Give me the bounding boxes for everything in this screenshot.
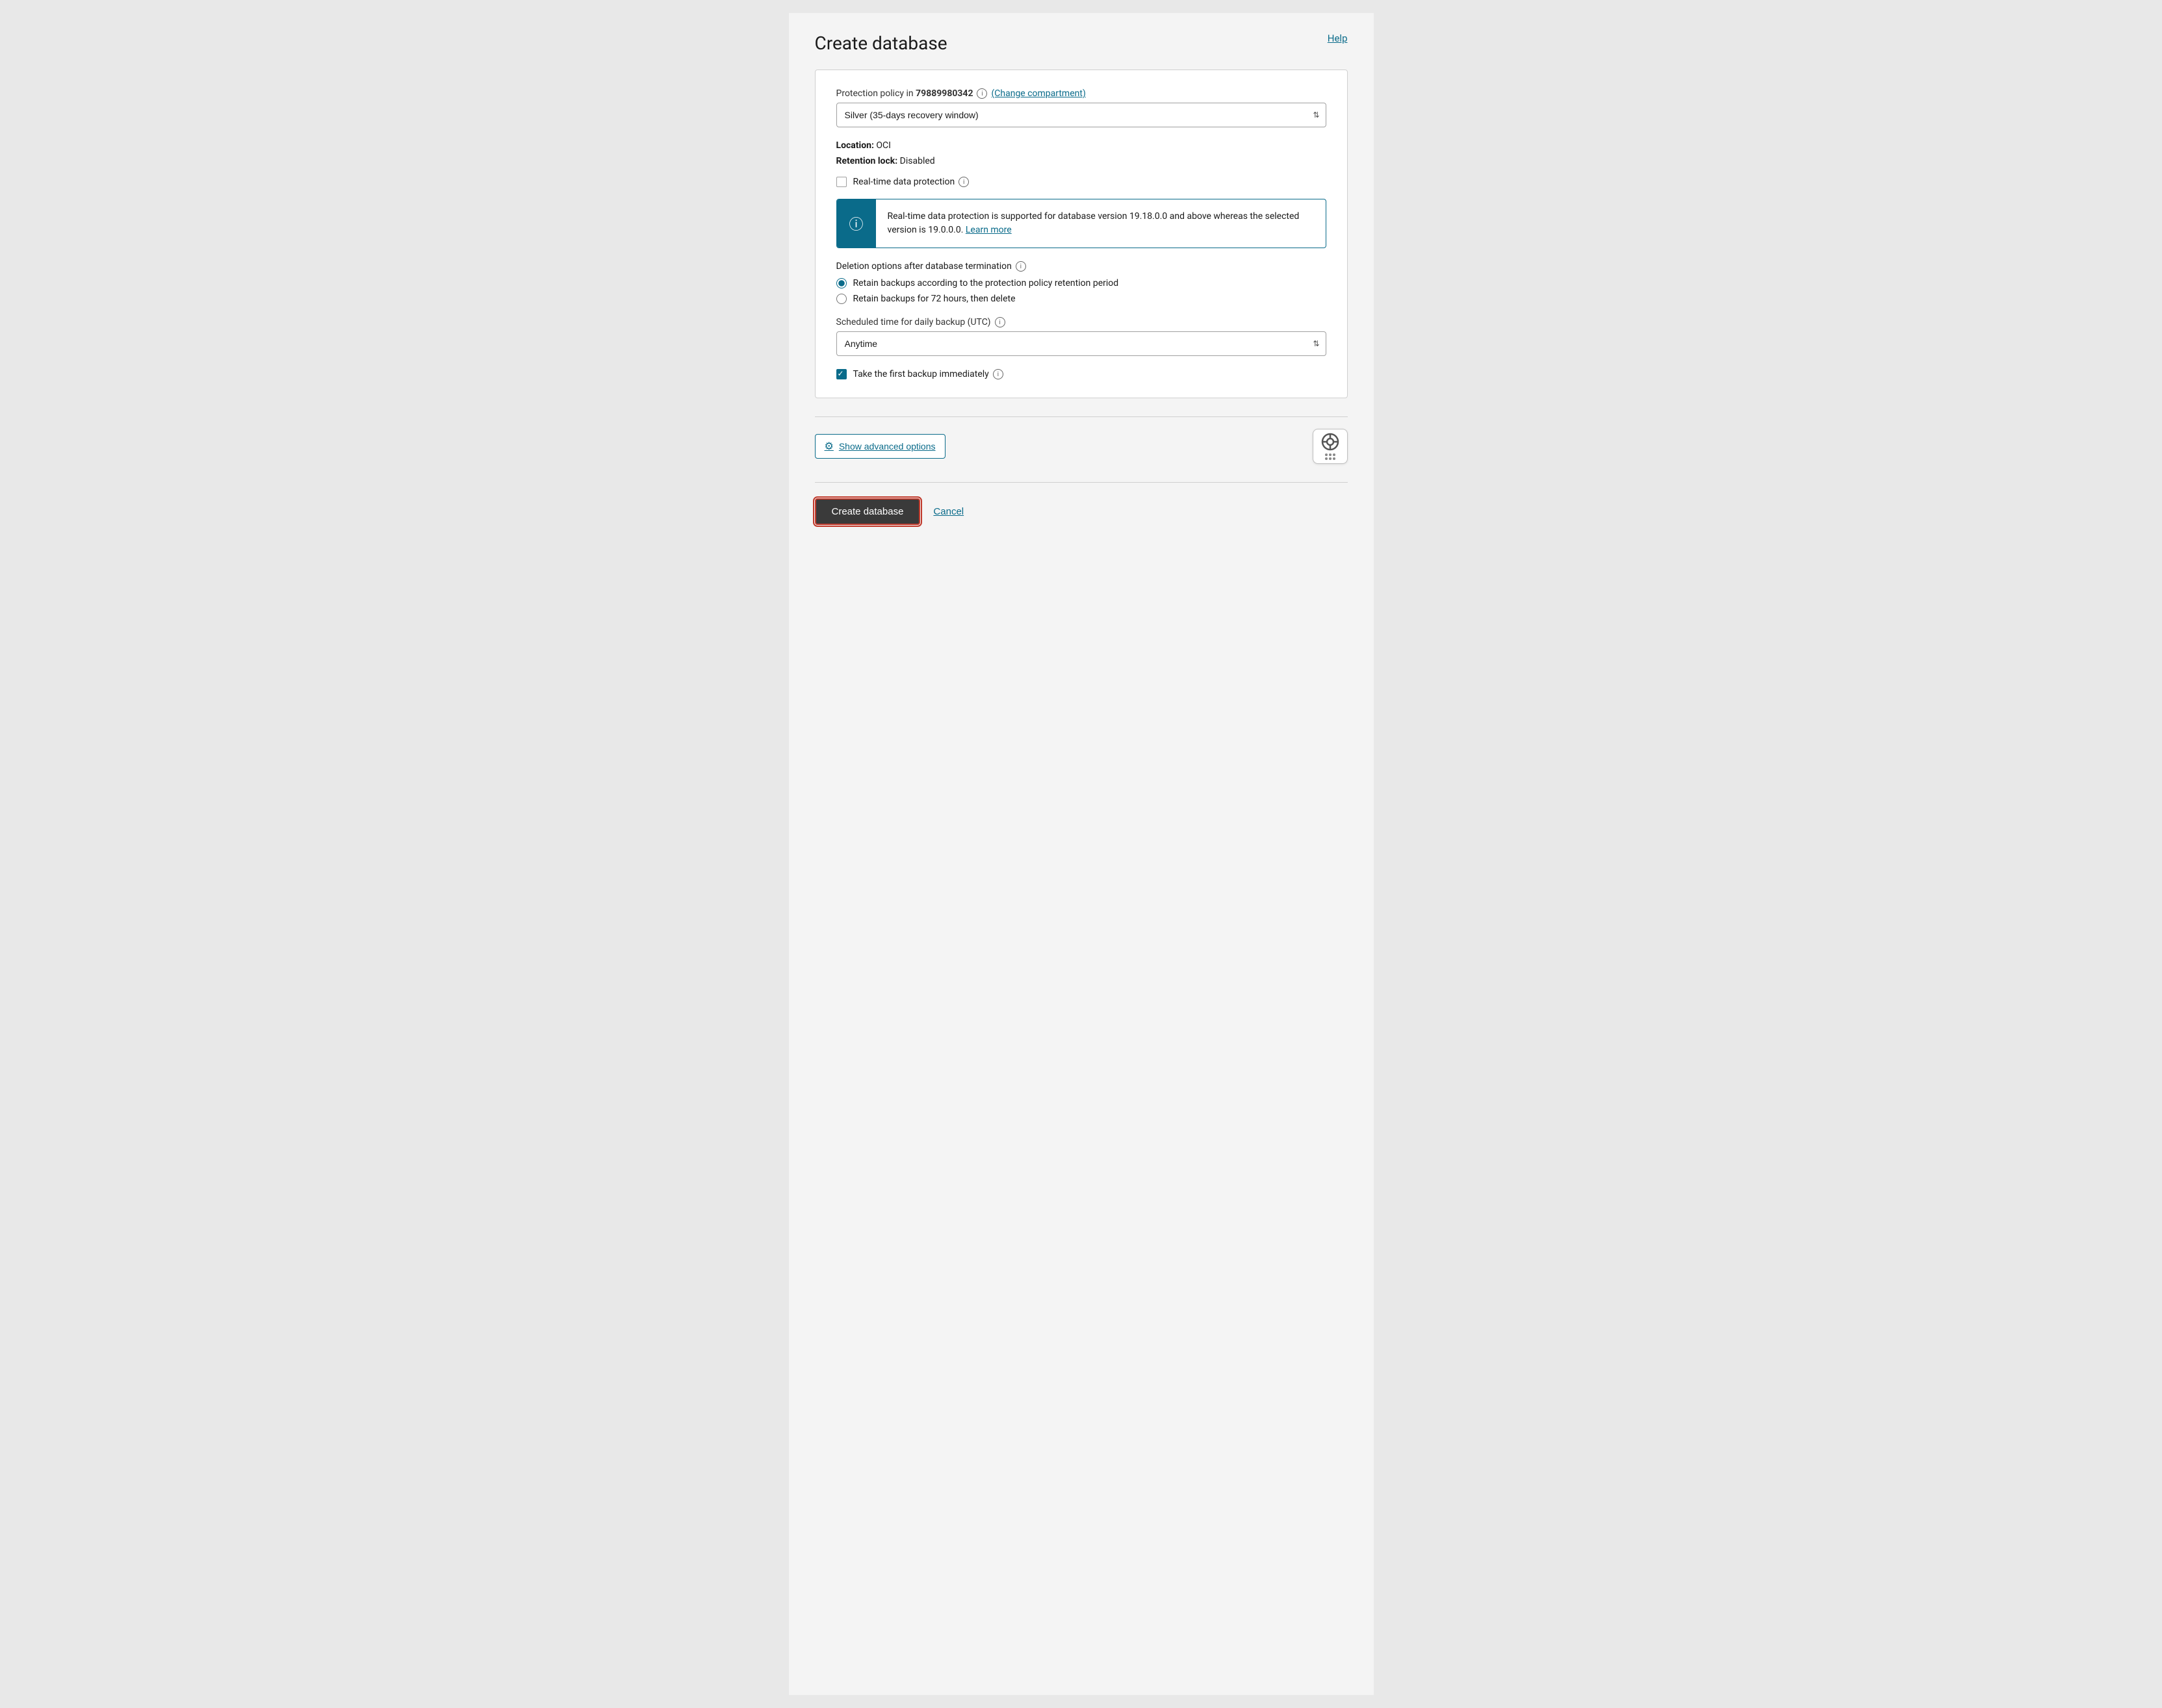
location-label: Location: xyxy=(836,140,874,151)
realtime-protection-row: Real-time data protection i xyxy=(836,177,1326,187)
deletion-options-label-text: Deletion options after database terminat… xyxy=(836,261,1012,272)
deletion-option-retain-72h-radio[interactable] xyxy=(836,294,847,304)
page-header: Create database Help xyxy=(815,32,1348,54)
scheduled-backup-label: Scheduled time for daily backup (UTC) i xyxy=(836,317,1326,327)
advanced-options-icon: ⚙ xyxy=(825,440,834,453)
location-row: Location: OCI xyxy=(836,140,1326,151)
info-banner-content: Real-time data protection is supported f… xyxy=(876,199,1326,248)
show-advanced-button[interactable]: ⚙ Show advanced options xyxy=(815,434,946,459)
info-banner-icon-col: ⓘ xyxy=(837,199,876,248)
change-compartment-link[interactable]: (Change compartment) xyxy=(991,88,1085,99)
help-widget-dots xyxy=(1325,453,1335,460)
protection-policy-info-icon[interactable]: i xyxy=(977,88,987,99)
help-widget[interactable] xyxy=(1313,429,1348,464)
deletion-options-info-icon[interactable]: i xyxy=(1016,261,1026,272)
first-backup-label-text: Take the first backup immediately xyxy=(853,369,989,379)
deletion-options-label: Deletion options after database terminat… xyxy=(836,261,1326,272)
deletion-option-retain-72h-row: Retain backups for 72 hours, then delete xyxy=(836,294,1326,304)
deletion-option-retain-policy-row: Retain backups according to the protecti… xyxy=(836,278,1326,288)
realtime-protection-label-text: Real-time data protection xyxy=(853,177,955,187)
bottom-bar: ⚙ Show advanced options xyxy=(815,417,1348,464)
realtime-protection-label: Real-time data protection i xyxy=(853,177,970,187)
main-card: Protection policy in 79889980342 i (Chan… xyxy=(815,70,1348,398)
help-link[interactable]: Help xyxy=(1328,32,1348,44)
scheduled-backup-select-wrapper: Anytime 00:00 06:00 12:00 18:00 ⇅ xyxy=(836,331,1326,356)
location-value: OCI xyxy=(876,140,891,151)
create-database-button[interactable]: Create database xyxy=(815,498,921,525)
show-advanced-label: Show advanced options xyxy=(839,441,936,452)
scheduled-backup-info-icon[interactable]: i xyxy=(995,317,1005,327)
first-backup-label: Take the first backup immediately i xyxy=(853,369,1003,379)
protection-policy-label-text: Protection policy in 79889980342 xyxy=(836,88,973,99)
action-bar: Create database Cancel xyxy=(815,483,1348,525)
retention-lock-label: Retention lock: xyxy=(836,156,898,166)
protection-policy-select-wrapper: Silver (35-days recovery window) Bronze … xyxy=(836,103,1326,127)
info-banner-icon: ⓘ xyxy=(849,213,863,234)
protection-policy-label: Protection policy in 79889980342 i (Chan… xyxy=(836,88,1326,99)
scheduled-backup-select[interactable]: Anytime 00:00 06:00 12:00 18:00 xyxy=(836,331,1326,356)
compartment-id: 79889980342 xyxy=(916,88,973,99)
scheduled-backup-group: Scheduled time for daily backup (UTC) i … xyxy=(836,317,1326,356)
protection-policy-select[interactable]: Silver (35-days recovery window) Bronze … xyxy=(836,103,1326,127)
cancel-button[interactable]: Cancel xyxy=(933,506,964,517)
deletion-option-retain-policy-radio[interactable] xyxy=(836,278,847,288)
realtime-protection-checkbox[interactable] xyxy=(836,177,847,187)
info-banner-text: Real-time data protection is supported f… xyxy=(888,211,1300,235)
info-banner: ⓘ Real-time data protection is supported… xyxy=(836,199,1326,248)
first-backup-checkbox[interactable] xyxy=(836,369,847,379)
scheduled-backup-label-text: Scheduled time for daily backup (UTC) xyxy=(836,317,991,327)
protection-policy-group: Protection policy in 79889980342 i (Chan… xyxy=(836,88,1326,127)
page-title: Create database xyxy=(815,32,947,54)
deletion-option-retain-policy-label: Retain backups according to the protecti… xyxy=(853,278,1119,288)
first-backup-row: Take the first backup immediately i xyxy=(836,369,1326,379)
realtime-protection-info-icon[interactable]: i xyxy=(959,177,969,187)
retention-lock-value: Disabled xyxy=(900,156,935,166)
learn-more-link[interactable]: Learn more xyxy=(966,225,1012,235)
deletion-options-group: Deletion options after database terminat… xyxy=(836,261,1326,304)
first-backup-info-icon[interactable]: i xyxy=(993,369,1003,379)
deletion-option-retain-72h-label: Retain backups for 72 hours, then delete xyxy=(853,294,1016,304)
lifesaver-icon xyxy=(1321,433,1339,451)
retention-lock-row: Retention lock: Disabled xyxy=(836,156,1326,166)
